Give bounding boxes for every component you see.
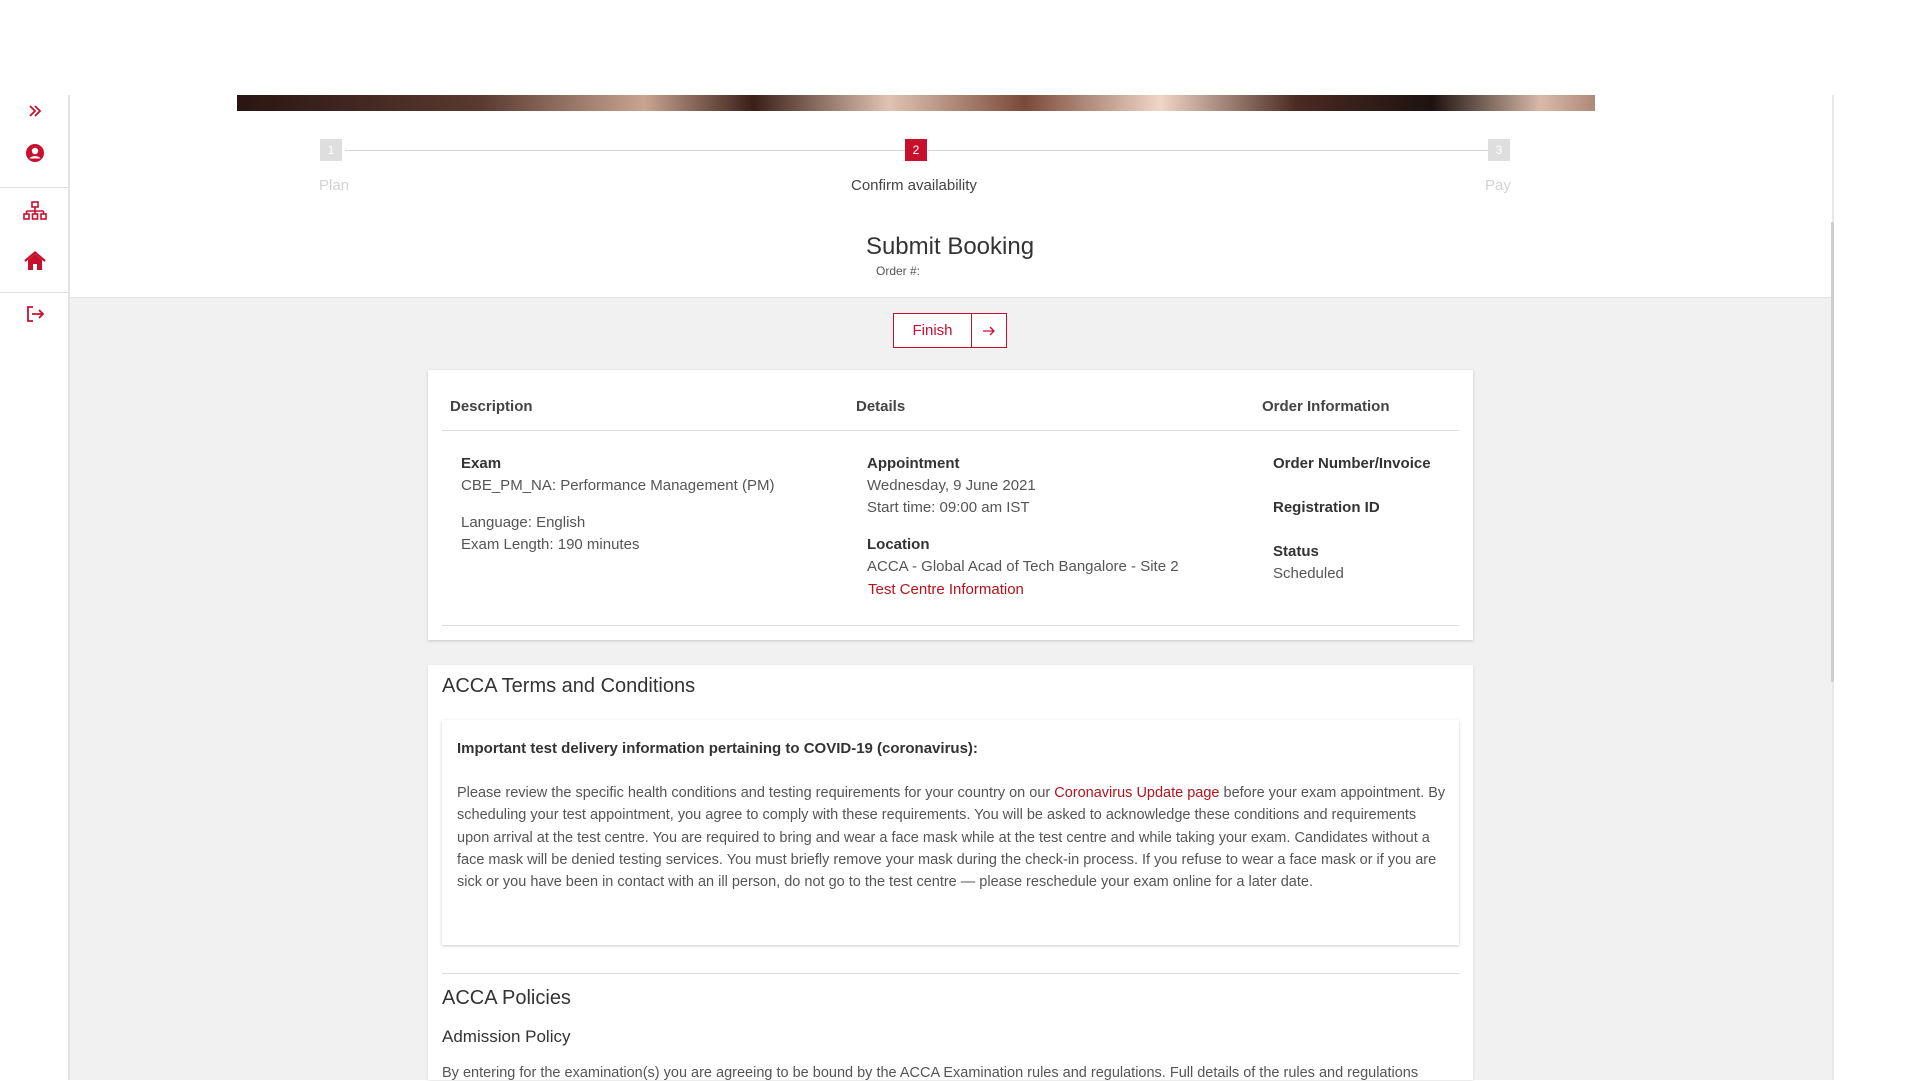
- terms-title: ACCA Terms and Conditions: [442, 675, 696, 697]
- admission-policy-title: Admission Policy: [442, 1027, 571, 1046]
- step-1-marker: 1: [320, 139, 342, 161]
- step-3-label: Pay: [1485, 177, 1511, 194]
- profile-button[interactable]: [22, 140, 48, 166]
- appointment-date: Wednesday, 9 June 2021: [867, 477, 1036, 494]
- exam-name: CBE_PM_NA: Performance Management (PM): [461, 477, 775, 494]
- status-value: Scheduled: [1273, 565, 1344, 582]
- location-name: ACCA - Global Acad of Tech Bangalore - S…: [867, 558, 1179, 575]
- hero-banner-image: [237, 95, 1595, 111]
- logout-icon: [27, 306, 45, 322]
- policies-title: ACCA Policies: [442, 987, 571, 1009]
- exam-length: Exam Length: 190 minutes: [461, 536, 640, 553]
- expand-sidebar-button[interactable]: [22, 98, 48, 124]
- column-header-details: Details: [856, 398, 906, 415]
- covid-heading: Important test delivery information pert…: [457, 740, 978, 757]
- sitemap-icon: [23, 201, 47, 220]
- step-connector: [345, 150, 905, 151]
- covid-body-part-1: Please review the specific health condit…: [457, 785, 1055, 801]
- finish-button-label: Finish: [894, 314, 972, 347]
- double-chevron-right-icon: [29, 105, 42, 117]
- footer-divider: [442, 625, 1459, 626]
- section-divider: [442, 973, 1459, 974]
- finish-button[interactable]: Finish: [893, 313, 1007, 348]
- admission-policy-text: By entering for the examination(s) you a…: [442, 1065, 1419, 1081]
- page-scrollbar[interactable]: [1831, 222, 1834, 682]
- status-label: Status: [1273, 543, 1319, 560]
- header-divider: [442, 430, 1459, 431]
- sidebar-divider: [0, 292, 68, 293]
- logout-button[interactable]: [22, 301, 48, 327]
- exam-language: Language: English: [461, 514, 586, 531]
- page-title: Submit Booking: [865, 233, 1035, 260]
- column-header-description: Description: [450, 398, 533, 415]
- order-number-label: Order #:: [876, 264, 921, 278]
- registration-id-label: Registration ID: [1273, 499, 1380, 516]
- step-3-marker: 3: [1488, 139, 1510, 161]
- step-1-label: Plan: [319, 177, 350, 194]
- exam-label: Exam: [461, 455, 502, 472]
- booking-summary-card: Description Details Order Information Ex…: [428, 370, 1473, 640]
- order-number-invoice-label: Order Number/Invoice: [1273, 455, 1431, 472]
- booking-header: [70, 95, 1832, 298]
- test-centre-information-link[interactable]: Test Centre Information: [868, 581, 1024, 598]
- sidebar-divider: [0, 187, 68, 188]
- appointment-start-time: Start time: 09:00 am IST: [867, 499, 1030, 516]
- sitemap-button[interactable]: [22, 198, 48, 224]
- terms-and-policies-card: ACCA Terms and Conditions Important test…: [428, 665, 1473, 1081]
- step-connector: [928, 150, 1488, 151]
- step-2-label: Confirm availability: [851, 177, 977, 194]
- covid-notice-box: Important test delivery information pert…: [442, 720, 1459, 945]
- column-header-order-information: Order Information: [1262, 398, 1390, 415]
- covid-notice-text: Please review the specific health condit…: [457, 782, 1447, 893]
- arrow-right-icon: [972, 314, 1006, 347]
- step-2-marker: 2: [905, 139, 927, 161]
- coronavirus-update-link[interactable]: Coronavirus Update page: [1054, 785, 1219, 801]
- user-circle-icon: [26, 144, 44, 162]
- location-label: Location: [867, 536, 930, 553]
- appointment-label: Appointment: [867, 455, 960, 472]
